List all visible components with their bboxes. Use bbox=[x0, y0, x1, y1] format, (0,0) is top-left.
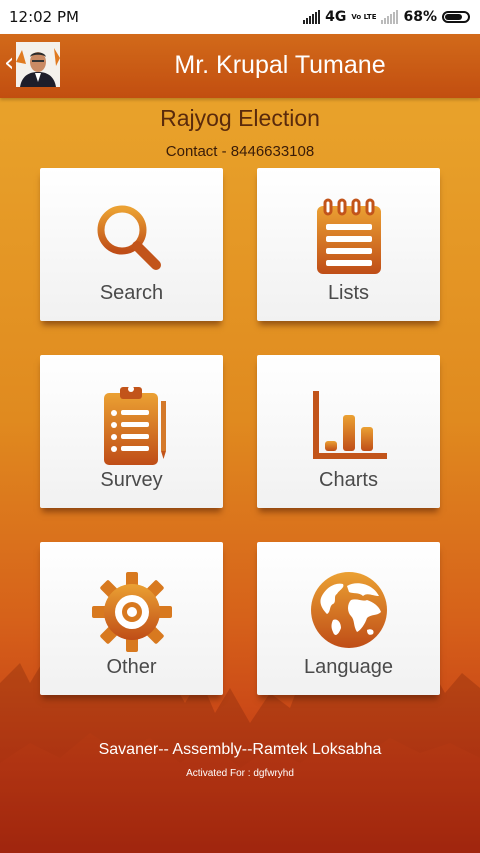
lists-tile-button[interactable]: Lists bbox=[257, 168, 440, 321]
chevron-left-icon[interactable]: ‹ bbox=[4, 50, 14, 76]
status-time: 12:02 PM bbox=[9, 8, 79, 26]
search-tile-button[interactable]: Search bbox=[40, 168, 223, 321]
survey-tile-button[interactable]: Survey bbox=[40, 355, 223, 508]
battery-percentage: 68% bbox=[403, 9, 437, 25]
battery-icon bbox=[442, 11, 470, 23]
avatar[interactable] bbox=[16, 42, 60, 87]
clipboard-icon bbox=[40, 383, 223, 467]
other-tile-label: Other bbox=[106, 656, 157, 678]
notepad-list-icon bbox=[257, 196, 440, 280]
charts-tile-label: Charts bbox=[319, 469, 378, 491]
signal-strength-secondary-icon bbox=[381, 10, 399, 24]
activation-text: Activated For : dgfwryhd bbox=[186, 768, 294, 779]
volte-indicator: Vo LTE bbox=[351, 12, 377, 21]
search-tile-label: Search bbox=[99, 282, 164, 304]
app-header: ‹ Mr. Krupal Tumane bbox=[0, 34, 480, 98]
network-type: 4G bbox=[325, 9, 347, 25]
search-icon bbox=[40, 196, 223, 280]
globe-icon bbox=[257, 570, 440, 654]
constituency-text: Savaner-- Assembly--Ramtek Loksabha bbox=[98, 741, 382, 758]
other-tile-button[interactable]: Other bbox=[40, 542, 223, 695]
language-tile-label: Language bbox=[304, 656, 393, 678]
status-indicators: 4G Vo LTE 68% bbox=[303, 6, 470, 28]
charts-tile-button[interactable]: Charts bbox=[257, 355, 440, 508]
bar-chart-icon bbox=[257, 383, 440, 467]
person-photo-icon bbox=[16, 42, 60, 87]
page-title: Mr. Krupal Tumane bbox=[174, 51, 386, 79]
survey-tile-label: Survey bbox=[100, 469, 163, 491]
language-tile-button[interactable]: Language bbox=[257, 542, 440, 695]
app-screen: 12:02 PM 4G Vo LTE 68% ‹ Mr. Krupal Tuma… bbox=[0, 0, 480, 853]
gear-icon bbox=[40, 570, 223, 654]
app-name: Rajyog Election bbox=[160, 105, 320, 131]
contact-number: Contact - 8446633108 bbox=[165, 143, 315, 160]
status-bar: 12:02 PM 4G Vo LTE 68% bbox=[0, 0, 480, 34]
signal-strength-icon bbox=[303, 10, 321, 24]
lists-tile-label: Lists bbox=[327, 282, 370, 304]
